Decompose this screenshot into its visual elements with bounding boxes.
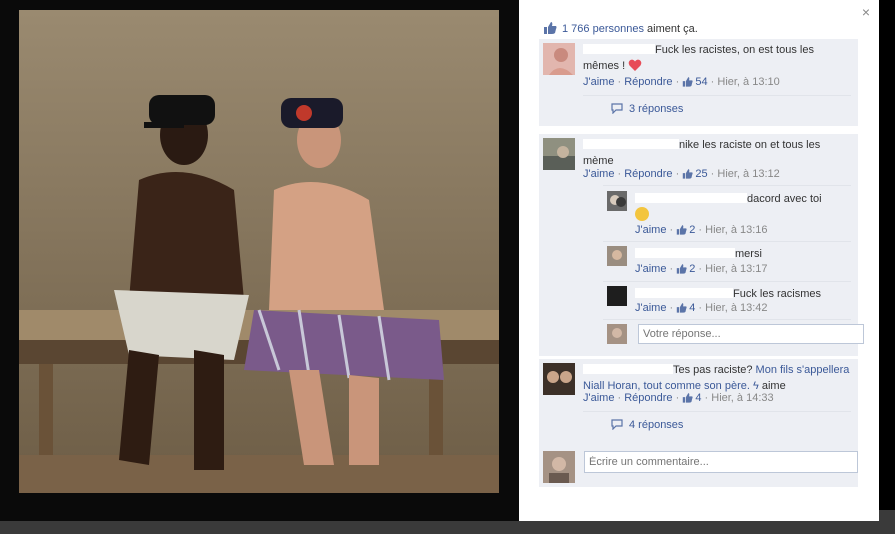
- redacted-author: [583, 139, 679, 149]
- view-replies[interactable]: 3 réponses: [611, 103, 683, 115]
- comment-meta: J'aime · Répondre · 54 · Hier, à 13:10: [583, 76, 780, 88]
- photo-image: [19, 10, 499, 493]
- reply-link[interactable]: Répondre: [624, 76, 672, 88]
- current-user-avatar: [543, 451, 575, 483]
- like-link[interactable]: J'aime: [583, 76, 614, 88]
- comment-bubble-icon: [611, 419, 623, 431]
- comment-input[interactable]: [584, 451, 858, 473]
- thumbs-up-icon: [683, 169, 693, 179]
- heart-icon: [628, 59, 642, 71]
- reply-link[interactable]: Répondre: [624, 168, 672, 180]
- current-user-avatar: [607, 324, 627, 344]
- divider: [603, 185, 851, 186]
- thumbs-up-icon: [683, 77, 693, 87]
- timestamp: Hier, à 13:17: [705, 263, 768, 275]
- thumbs-up-icon: [677, 303, 687, 313]
- photo-viewer: [0, 0, 519, 521]
- avatar-image: [612, 328, 622, 338]
- reply-avatar[interactable]: [607, 286, 627, 306]
- avatar-image: [549, 48, 573, 75]
- thumbs-up-icon: [677, 225, 687, 235]
- reply-avatar[interactable]: [607, 191, 627, 211]
- reply-link[interactable]: Répondre: [624, 392, 672, 404]
- smiley-emoji-icon: [635, 207, 649, 221]
- reply-meta: J'aime · 4 · Hier, à 13:42: [635, 302, 768, 314]
- timestamp: Hier, à 13:42: [705, 302, 768, 314]
- redacted-author: [635, 288, 733, 298]
- thumbs-up-icon: [544, 22, 557, 34]
- like-count[interactable]: 4: [689, 302, 695, 314]
- view-replies[interactable]: 4 réponses: [611, 419, 683, 431]
- reply-text: dacord avec toi: [635, 191, 851, 223]
- divider: [603, 241, 851, 242]
- photo[interactable]: [19, 10, 499, 493]
- like-count[interactable]: 4: [695, 392, 701, 404]
- comment-1: Fuck les racistes, on est tous les mêmes…: [539, 39, 858, 126]
- comment-2: nike les raciste on et tous les mème J'a…: [539, 134, 864, 356]
- reply-input[interactable]: [638, 324, 864, 344]
- thumbs-up-icon: [677, 264, 687, 274]
- like-count[interactable]: 2: [689, 224, 695, 236]
- divider: [603, 281, 851, 282]
- timestamp: Hier, à 13:16: [705, 224, 768, 236]
- divider: [583, 411, 851, 412]
- reply-meta: J'aime · 2 · Hier, à 13:17: [635, 263, 768, 275]
- avatar-image: [610, 195, 626, 207]
- close-icon[interactable]: ×: [859, 5, 873, 19]
- like-link[interactable]: J'aime: [635, 302, 666, 314]
- comment-text: Fuck les racistes, on est tous les mêmes…: [583, 44, 814, 72]
- avatar-image: [612, 250, 622, 260]
- comment-text: Tes pas raciste? Mon fils s'appellera Ni…: [583, 364, 850, 392]
- reply-text: mersi: [635, 246, 851, 262]
- comments-panel: × 1 766 personnes aiment ça. Fuck les ra…: [519, 0, 879, 521]
- avatar[interactable]: [543, 138, 575, 170]
- comment-bubble-icon: [611, 103, 623, 115]
- timestamp: Hier, à 13:10: [717, 76, 780, 88]
- like-count[interactable]: 54: [695, 76, 707, 88]
- likes-suffix: aiment ça.: [643, 23, 698, 35]
- divider: [583, 95, 851, 96]
- timestamp: Hier, à 14:33: [711, 392, 774, 404]
- redacted-author: [583, 44, 655, 54]
- like-count[interactable]: 2: [689, 263, 695, 275]
- comment-text: nike les raciste on et tous les mème: [583, 139, 821, 167]
- like-link[interactable]: J'aime: [635, 224, 666, 236]
- like-link[interactable]: J'aime: [583, 168, 614, 180]
- avatar-image: [543, 146, 575, 170]
- comment-3: Tes pas raciste? Mon fils s'appellera Ni…: [539, 359, 858, 444]
- redacted-author: [635, 193, 747, 203]
- likes-summary: 1 766 personnes aiment ça.: [543, 21, 698, 35]
- like-count[interactable]: 25: [695, 168, 707, 180]
- like-link[interactable]: J'aime: [583, 392, 614, 404]
- reply-meta: J'aime · 2 · Hier, à 13:16: [635, 224, 768, 236]
- timestamp: Hier, à 13:12: [717, 168, 780, 180]
- reply-avatar[interactable]: [607, 246, 627, 266]
- avatar-image: [547, 371, 572, 383]
- avatar[interactable]: [543, 363, 575, 395]
- avatar-image: [549, 457, 569, 483]
- divider: [603, 319, 851, 320]
- redacted-author: [583, 364, 673, 374]
- like-link[interactable]: J'aime: [635, 263, 666, 275]
- redacted-author: [635, 248, 735, 258]
- likes-count-link[interactable]: 1 766 personnes: [562, 23, 644, 35]
- comment-meta: J'aime · Répondre · 25 · Hier, à 13:12: [583, 168, 780, 180]
- comment-meta: J'aime · Répondre · 4 · Hier, à 14:33: [583, 392, 774, 404]
- reply-text: Fuck les racismes: [635, 286, 851, 302]
- thumbs-up-icon: [683, 393, 693, 403]
- avatar[interactable]: [543, 43, 575, 75]
